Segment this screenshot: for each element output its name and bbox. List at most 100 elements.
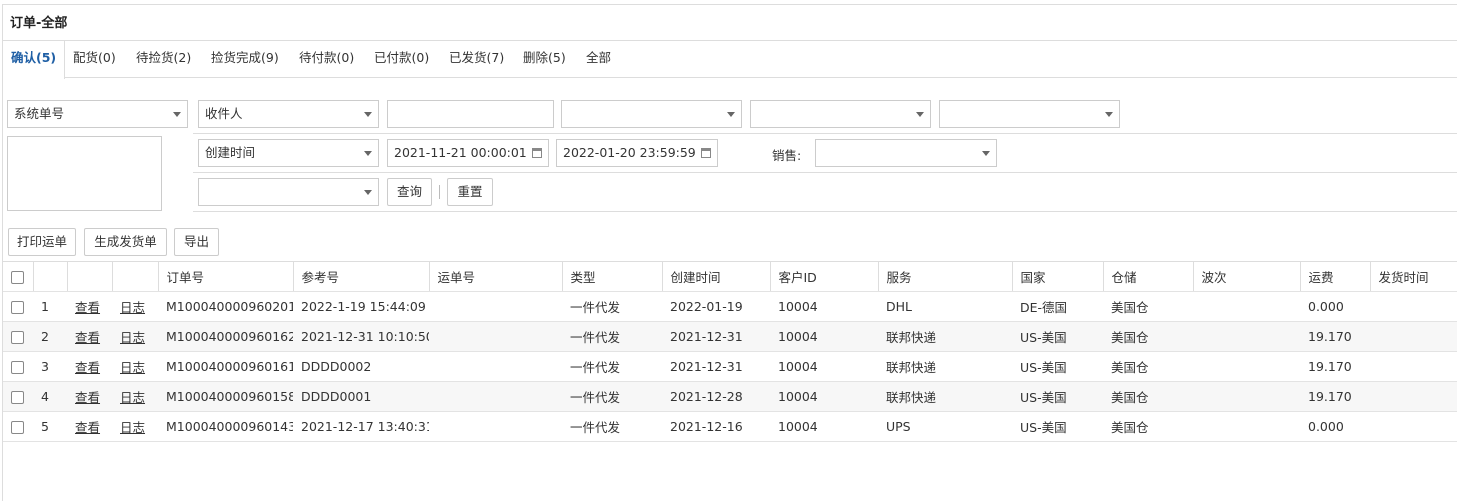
row-checkbox[interactable]: [11, 331, 24, 344]
wave-cell: [1193, 351, 1300, 382]
filter-divider: [193, 133, 1457, 134]
created-cell: 2021-12-31: [662, 321, 770, 352]
calendar-icon: [701, 148, 711, 158]
country-cell: US-美国: [1012, 351, 1103, 382]
filter-select-c[interactable]: [939, 100, 1120, 128]
tab-shipped[interactable]: 已发货(7): [449, 41, 504, 78]
log-link[interactable]: 日志: [120, 420, 145, 435]
freight-cell: 19.170: [1300, 321, 1370, 352]
type-cell: 一件代发: [562, 321, 662, 352]
header-customer-id[interactable]: 客户ID: [770, 261, 879, 292]
customer-id-cell: 10004: [770, 291, 878, 322]
ship-time-cell: [1370, 291, 1457, 322]
filter-select-d[interactable]: [198, 178, 379, 206]
warehouse-cell: 美国仓: [1103, 381, 1193, 412]
header-waybill-no[interactable]: 运单号: [429, 261, 563, 292]
date-end-value: 2022-01-20 23:59:59: [563, 145, 696, 160]
date-end-input[interactable]: 2022-01-20 23:59:59: [556, 139, 718, 167]
ref-no-cell: 2022-1-19 15:44:09: [293, 291, 429, 322]
print-waybill-button[interactable]: 打印运单: [8, 228, 76, 256]
header-ref-no[interactable]: 参考号: [293, 261, 430, 292]
date-start-input[interactable]: 2021-11-21 00:00:01: [387, 139, 549, 167]
chevron-down-icon: [364, 190, 372, 195]
chevron-down-icon: [916, 112, 924, 117]
row-index: 4: [33, 381, 67, 412]
orders-table: 订单号 参考号 运单号 类型 创建时间 客户ID 服务 国家 仓储 波次 运费 …: [3, 261, 1457, 442]
recipient-type-value: 收件人: [205, 106, 243, 121]
view-link[interactable]: 查看: [75, 390, 100, 405]
chevron-down-icon: [982, 151, 990, 156]
country-cell: US-美国: [1012, 411, 1103, 442]
header-type[interactable]: 类型: [562, 261, 663, 292]
recipient-type-select[interactable]: 收件人: [198, 100, 379, 128]
row-select-cell: [3, 291, 33, 322]
log-cell: 日志: [112, 351, 158, 382]
type-cell: 一件代发: [562, 381, 662, 412]
tab-paid[interactable]: 已付款(0): [374, 41, 429, 78]
created-cell: 2021-12-16: [662, 411, 770, 442]
header-ship-time[interactable]: 发货时间: [1370, 261, 1457, 292]
ship-time-cell: [1370, 321, 1457, 352]
recipient-input[interactable]: [387, 100, 554, 128]
row-checkbox[interactable]: [11, 421, 24, 434]
export-button[interactable]: 导出: [174, 228, 219, 256]
header-freight[interactable]: 运费: [1300, 261, 1371, 292]
warehouse-cell: 美国仓: [1103, 291, 1193, 322]
tab-allocate[interactable]: 配货(0): [73, 41, 116, 78]
tab-pending-pick[interactable]: 待捡货(2): [136, 41, 191, 78]
header-order-no[interactable]: 订单号: [158, 261, 294, 292]
filter-divider: [193, 172, 1457, 173]
order-no-cell: M100040000960143: [158, 411, 293, 442]
tab-confirm[interactable]: 确认(5): [3, 41, 66, 79]
log-link[interactable]: 日志: [120, 330, 145, 345]
reset-button[interactable]: 重置: [447, 178, 493, 206]
row-index: 1: [33, 291, 67, 322]
header-view: [67, 261, 113, 292]
tab-pick-done[interactable]: 捡货完成(9): [211, 41, 279, 78]
table-header-row: 订单号 参考号 运单号 类型 创建时间 客户ID 服务 国家 仓储 波次 运费 …: [3, 261, 1457, 292]
view-link[interactable]: 查看: [75, 300, 100, 315]
country-cell: US-美国: [1012, 321, 1103, 352]
filter-select-b[interactable]: [750, 100, 931, 128]
row-index: 2: [33, 321, 67, 352]
view-link[interactable]: 查看: [75, 330, 100, 345]
country-cell: DE-德国: [1012, 291, 1103, 322]
log-cell: 日志: [112, 411, 158, 442]
type-cell: 一件代发: [562, 351, 662, 382]
row-checkbox[interactable]: [11, 361, 24, 374]
header-service[interactable]: 服务: [878, 261, 1013, 292]
log-link[interactable]: 日志: [120, 300, 145, 315]
time-type-select[interactable]: 创建时间: [198, 139, 379, 167]
order-no-cell: M100040000960161: [158, 351, 293, 382]
query-button[interactable]: 查询: [387, 178, 432, 206]
filter-select-a[interactable]: [561, 100, 742, 128]
header-warehouse[interactable]: 仓储: [1103, 261, 1194, 292]
view-link[interactable]: 查看: [75, 360, 100, 375]
log-cell: 日志: [112, 321, 158, 352]
header-country[interactable]: 国家: [1012, 261, 1104, 292]
table-row: 3 查看 日志 M100040000960161 DDDD0002 一件代发 2021-12…: [3, 351, 1457, 382]
log-link[interactable]: 日志: [120, 390, 145, 405]
sales-select[interactable]: [815, 139, 997, 167]
header-wave[interactable]: 波次: [1193, 261, 1301, 292]
view-link[interactable]: 查看: [75, 420, 100, 435]
table-row: 1 查看 日志 M100040000960201 2022-1-19 15:44:09 一…: [3, 291, 1457, 322]
chevron-down-icon: [173, 112, 181, 117]
waybill-no-cell: [429, 351, 562, 382]
tab-all[interactable]: 全部: [586, 41, 611, 78]
tab-pending-payment[interactable]: 待付款(0): [299, 41, 354, 78]
header-created[interactable]: 创建时间: [662, 261, 771, 292]
select-all-checkbox[interactable]: [11, 271, 24, 284]
batch-search-textarea[interactable]: [7, 136, 162, 211]
created-cell: 2021-12-28: [662, 381, 770, 412]
log-cell: 日志: [112, 291, 158, 322]
tab-deleted[interactable]: 删除(5): [523, 41, 566, 78]
generate-shipping-button[interactable]: 生成发货单: [84, 228, 167, 256]
row-checkbox[interactable]: [11, 301, 24, 314]
row-checkbox[interactable]: [11, 391, 24, 404]
date-start-value: 2021-11-21 00:00:01: [394, 145, 527, 160]
wave-cell: [1193, 291, 1300, 322]
waybill-no-cell: [429, 381, 562, 412]
log-link[interactable]: 日志: [120, 360, 145, 375]
field-type-select[interactable]: 系统单号: [7, 100, 188, 128]
